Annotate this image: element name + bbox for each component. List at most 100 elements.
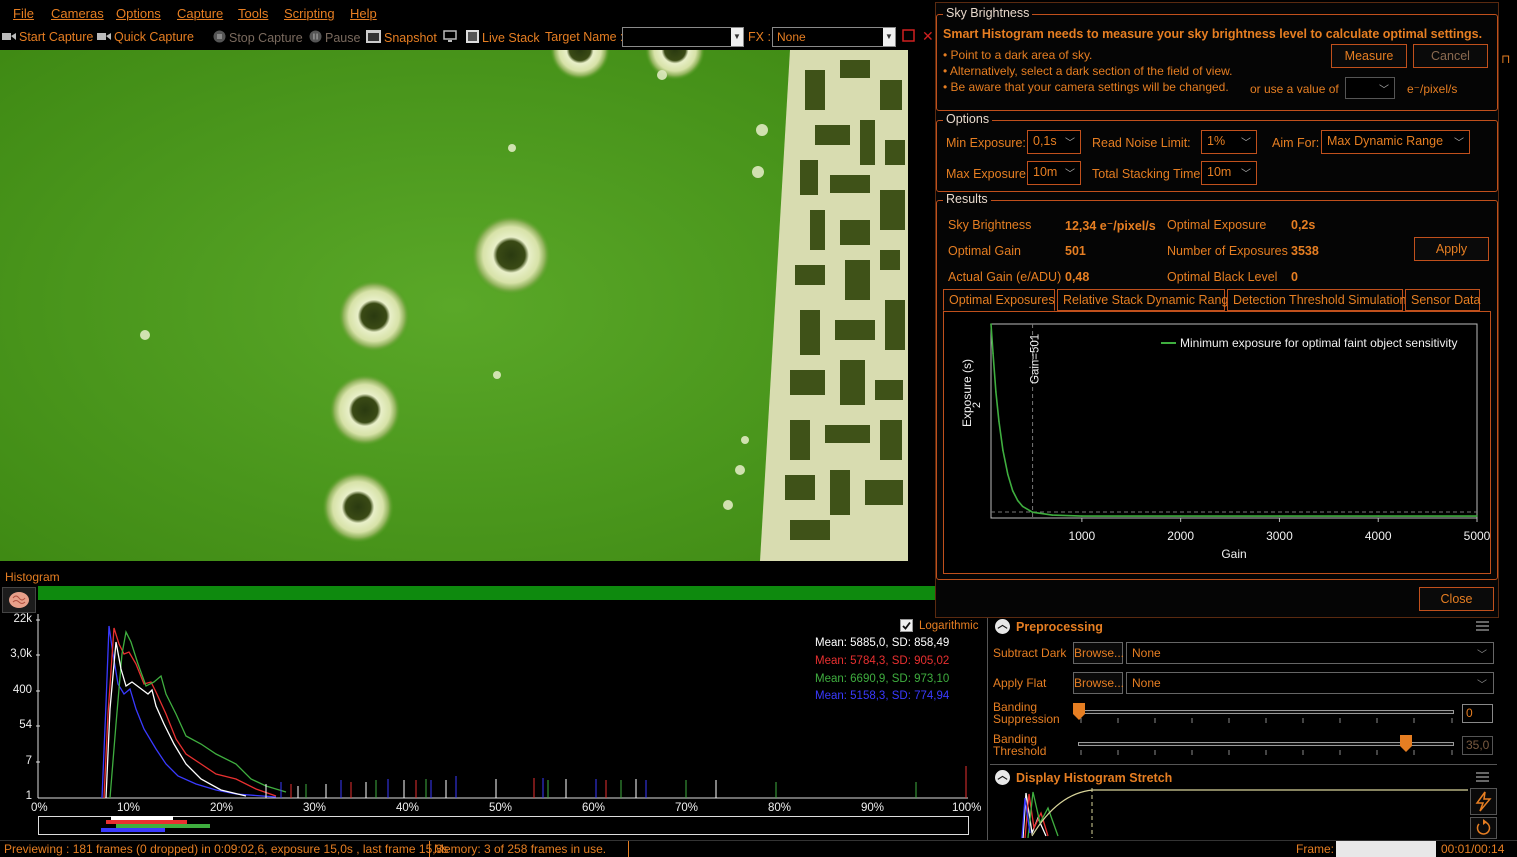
chevron-down-icon: ﹀	[1241, 138, 1251, 149]
series-point	[1476, 515, 1478, 517]
apply-button[interactable]: Apply	[1414, 237, 1489, 261]
optimal-black-value: 0	[1291, 270, 1298, 284]
menu-file[interactable]: File	[13, 6, 34, 21]
instruction-bullet: • Point to a dark area of sky.	[943, 48, 1093, 62]
preprocessing-title: Preprocessing	[1016, 620, 1103, 634]
menu-cameras[interactable]: Cameras	[51, 6, 104, 21]
collapse-up-icon[interactable]: ︿	[995, 770, 1010, 785]
measure-button[interactable]: Measure	[1331, 44, 1407, 68]
monitor-icon-button[interactable]	[443, 30, 462, 45]
menu-capture[interactable]: Capture	[177, 6, 223, 21]
y-tick-label: 3,0k	[10, 648, 32, 660]
x-tick-label: 60%	[582, 802, 606, 814]
status-bar: Previewing : 181 frames (0 dropped) in 0…	[0, 840, 1517, 857]
max-exposure-select[interactable]: 10m ﹀	[1027, 161, 1081, 185]
fx-combo[interactable]: None ▼	[772, 27, 896, 47]
cancel-button[interactable]: Cancel	[1413, 44, 1488, 68]
sky-brightness-group-title: Sky Brightness	[943, 6, 1033, 20]
stop-capture-button[interactable]: Stop Capture	[213, 30, 303, 45]
range-marker-blue	[101, 828, 165, 832]
auto-stretch-button[interactable]	[1470, 788, 1497, 815]
y-tick-label: 400	[12, 684, 32, 696]
chevron-down-icon: ﹀	[1241, 169, 1251, 180]
target-name-combo[interactable]: ▼	[622, 27, 744, 47]
brain-icon	[9, 592, 29, 608]
menu-options[interactable]: Options	[116, 6, 161, 21]
series-point	[998, 420, 1000, 422]
chevron-down-icon: ﹀	[1379, 85, 1389, 96]
start-capture-button[interactable]: Start Capture	[2, 30, 93, 44]
snapshot-label: Snapshot	[384, 31, 437, 45]
series-point	[1179, 515, 1182, 517]
x-tick-label: 3000	[1266, 529, 1293, 543]
frame-progress[interactable]	[1336, 841, 1436, 857]
max-exposure-label: Max Exposure:	[946, 167, 1030, 181]
results-group-title: Results	[943, 192, 991, 206]
read-noise-value: 1%	[1207, 134, 1226, 148]
collapse-up-icon[interactable]: ︿	[995, 619, 1010, 634]
pause-button[interactable]: Pause	[309, 30, 360, 45]
preprocessing-header[interactable]: ︿ Preprocessing	[990, 617, 1497, 637]
series-point	[1031, 511, 1034, 513]
panel-divider	[987, 614, 988, 840]
tab-detection-threshold-simulation[interactable]: Detection Threshold Simulation	[1227, 289, 1406, 311]
quick-capture-button[interactable]: Quick Capture	[97, 30, 194, 44]
banding-threshold-slider[interactable]	[1078, 742, 1454, 746]
optimal-black-label: Optimal Black Level	[1167, 270, 1278, 284]
series-point	[1081, 515, 1083, 517]
snapshot-button[interactable]: Snapshot	[366, 30, 437, 45]
subtract-dark-select[interactable]: None ﹀	[1126, 642, 1494, 664]
status-memory: Memory: 3 of 258 frames in use.	[430, 841, 629, 857]
banding-threshold-value[interactable]: 35,0	[1462, 736, 1493, 755]
sky-value-input[interactable]: ﹀	[1345, 77, 1395, 99]
close-button[interactable]: Close	[1419, 587, 1494, 611]
apply-flat-select[interactable]: None ﹀	[1126, 672, 1494, 694]
min-exposure-select[interactable]: 0,1s ﹀	[1027, 130, 1081, 154]
histogram-stat-luminance: Mean: 5885,0, SD: 858,49	[815, 637, 950, 649]
tab-sensor-data[interactable]: Sensor Data	[1405, 289, 1480, 311]
tab-relative-stack-dynamic-range[interactable]: Relative Stack Dynamic Range	[1057, 289, 1235, 311]
actual-gain-label: Actual Gain (e/ADU)	[948, 270, 1062, 284]
menu-help[interactable]: Help	[350, 6, 377, 21]
x-tick-label: 70%	[675, 802, 699, 814]
chevron-down-icon: ﹀	[1065, 169, 1075, 180]
x-tick-label: 40%	[396, 802, 420, 814]
frame-label: Frame:	[1296, 842, 1335, 856]
menu-icon[interactable]	[1476, 772, 1489, 782]
camera-preview[interactable]	[0, 50, 908, 561]
optimal-exposures-chart[interactable]: Gain=501 1000 2000 3000 4000 5000 Gain Exposure…	[944, 312, 1491, 573]
x-tick-label: 1000	[1069, 529, 1096, 543]
banding-suppression-slider[interactable]	[1078, 710, 1454, 714]
y-tick-label: 1	[25, 790, 32, 802]
menu-icon[interactable]	[1476, 621, 1489, 631]
brain-button[interactable]	[2, 587, 36, 613]
x-tick-label: 10%	[117, 802, 141, 814]
close-x-icon[interactable]: ✕	[922, 28, 934, 45]
histogram-stat-red: Mean: 5784,3, SD: 905,02	[815, 655, 950, 667]
read-noise-select[interactable]: 1% ﹀	[1201, 130, 1257, 154]
menu-scripting[interactable]: Scripting	[284, 6, 335, 21]
record-stop-icon[interactable]	[902, 29, 915, 45]
live-stack-button[interactable]: Live Stack	[466, 30, 540, 45]
quick-capture-label: Quick Capture	[114, 30, 194, 44]
total-stacking-select[interactable]: 10m ﹀	[1201, 161, 1257, 185]
menu-tools[interactable]: Tools	[238, 6, 268, 21]
tab-optimal-exposures[interactable]: Optimal Exposures	[943, 289, 1055, 311]
x-tick-label: 100%	[952, 802, 982, 814]
x-tick-label: 20%	[210, 802, 234, 814]
reset-stretch-button[interactable]	[1470, 817, 1497, 839]
slider-ticks	[1080, 750, 1453, 755]
display-stretch-header[interactable]: ︿ Display Histogram Stretch	[990, 768, 1497, 788]
start-capture-label: Start Capture	[19, 30, 94, 44]
total-stacking-value: 10m	[1207, 165, 1232, 179]
stretch-mini-histogram[interactable]	[1018, 788, 1468, 838]
subtract-dark-browse-button[interactable]: Browse...	[1073, 642, 1124, 664]
live-stack-label: Live Stack	[482, 31, 540, 45]
pin-icon[interactable]: ⊓	[1501, 52, 1510, 66]
apply-flat-browse-button[interactable]: Browse...	[1073, 672, 1124, 694]
chevron-down-icon: ﹀	[1454, 138, 1464, 149]
options-group-title: Options	[943, 112, 993, 126]
banding-suppression-value[interactable]: 0	[1462, 704, 1493, 723]
series-point	[1002, 449, 1004, 451]
aim-for-select[interactable]: Max Dynamic Range ﹀	[1321, 130, 1470, 154]
